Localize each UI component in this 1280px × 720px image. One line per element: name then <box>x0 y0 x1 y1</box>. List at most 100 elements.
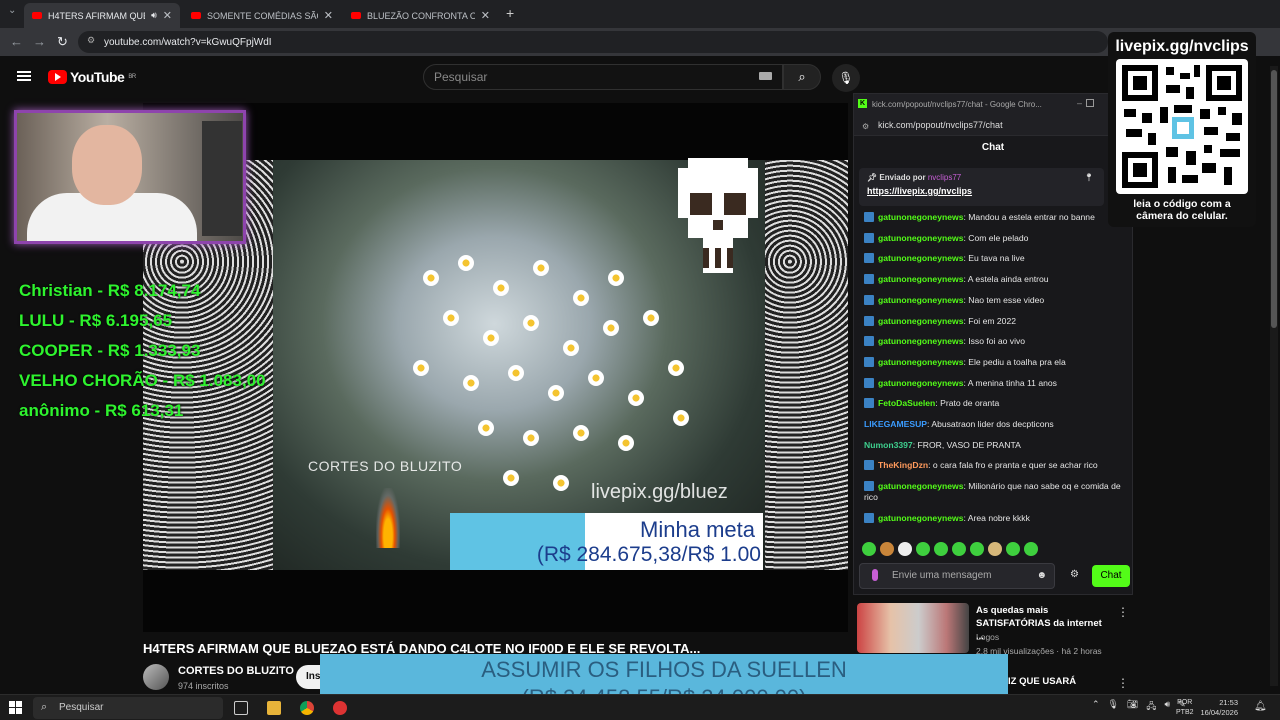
chat-username[interactable]: gatunonegoneynews <box>878 336 963 346</box>
chrome-icon[interactable] <box>300 701 314 715</box>
network-icon[interactable]: 🖧 <box>1146 699 1156 715</box>
audio-icon[interactable]: 🔊︎ <box>151 10 157 21</box>
subscriber-badge-icon <box>864 377 874 388</box>
clock-time: 21:53 <box>1219 698 1238 707</box>
emote-icon[interactable] <box>880 542 894 556</box>
chat-username[interactable]: TheKingDzn <box>878 460 928 470</box>
maximize-icon[interactable] <box>1086 99 1094 107</box>
kick-window-title: kick.com/popout/nvclips77/chat - Google … <box>872 99 1042 109</box>
recommended-video[interactable]: As quedas mais SATISFATÓRIAS da internet… <box>857 603 1137 659</box>
pin-icon[interactable]: 📍︎ <box>1084 173 1094 182</box>
chat-username[interactable]: gatunonegoneynews <box>878 513 963 523</box>
kick-url-bar[interactable]: ⚙ kick.com/popout/nvclips77/chat <box>854 114 1132 136</box>
mic-icon[interactable] <box>872 569 878 581</box>
file-explorer-icon[interactable] <box>267 701 281 715</box>
chat-text: Abusatraon lider dos decpticons <box>931 419 1054 430</box>
windows-start-icon[interactable] <box>9 701 22 714</box>
region-code: BR <box>128 74 136 80</box>
channel-name[interactable]: CORTES DO BLUZITO <box>178 665 294 677</box>
chat-message: Numon3397: FROR, VASO DE PRANTA <box>864 439 1021 450</box>
search-input[interactable]: Pesquisar <box>423 64 783 90</box>
youtube-favicon-icon <box>351 12 361 19</box>
chat-username[interactable]: gatunonegoneynews <box>878 378 963 388</box>
taskbar-clock[interactable]: 21:53 16/04/2026 <box>1198 698 1238 718</box>
emote-bar <box>862 542 1038 556</box>
donor-item: anônimo - R$ 613,31 <box>19 401 184 420</box>
emote-icon[interactable] <box>952 542 966 556</box>
voice-search-button[interactable]: 🎙︎ <box>832 64 860 92</box>
new-tab-plus-icon[interactable]: + <box>506 5 514 21</box>
chat-settings-gear-icon[interactable]: ⚙ <box>1070 569 1079 580</box>
notification-bell-icon[interactable]: 🔔︎ <box>1254 701 1267 712</box>
search-button[interactable]: ⌕ <box>783 64 821 90</box>
site-info-icon[interactable]: ⚙ <box>87 35 95 46</box>
recommended-channel[interactable]: Logos <box>976 632 999 642</box>
recommended-thumbnail[interactable] <box>857 603 969 653</box>
chat-username[interactable]: gatunonegoneynews <box>878 274 963 284</box>
emote-icon[interactable] <box>898 542 912 556</box>
taskbar-search-label: Pesquisar <box>59 702 104 713</box>
tab-list-chevron-icon[interactable]: ⌄ <box>8 5 16 16</box>
youtube-logo[interactable]: YouTube BR <box>48 69 136 85</box>
emote-icon[interactable] <box>1006 542 1020 556</box>
subscriber-badge-icon <box>864 315 874 326</box>
skull-icon <box>678 158 758 273</box>
emote-icon[interactable] <box>862 542 876 556</box>
chat-username[interactable]: FetoDaSuelen <box>878 398 935 408</box>
scrollbar-thumb[interactable] <box>1271 70 1277 328</box>
emote-icon[interactable] <box>916 542 930 556</box>
chat-message: gatunonegoneynews: Com ele pelado <box>864 232 1130 244</box>
task-view-icon[interactable] <box>234 701 248 715</box>
back-arrow-icon[interactable]: ← <box>10 34 23 49</box>
input-language[interactable]: POR PTB2 <box>1176 698 1194 718</box>
tab-2[interactable]: SOMENTE COMÉDIAS SÃO HAR ✕ <box>183 3 341 28</box>
app-icon[interactable] <box>333 701 347 715</box>
chat-username[interactable]: LIKEGAMESUP <box>864 419 927 429</box>
site-info-icon[interactable]: ⚙ <box>862 122 869 131</box>
minimize-icon[interactable]: – <box>1077 98 1082 108</box>
chat-username[interactable]: gatunonegoneynews <box>878 233 963 243</box>
forward-arrow-icon[interactable]: → <box>33 34 46 49</box>
chat-username[interactable]: gatunonegoneynews <box>878 295 963 305</box>
channel-avatar[interactable] <box>143 664 169 690</box>
chat-username[interactable]: gatunonegoneynews <box>878 316 963 326</box>
close-tab-icon[interactable]: ✕ <box>324 9 333 22</box>
chat-username[interactable]: gatunonegoneynews <box>878 357 963 367</box>
emote-icon[interactable] <box>988 542 1002 556</box>
chat-text: A menina tinha 11 anos <box>967 377 1057 388</box>
emoji-icon[interactable]: ☻ <box>1036 570 1047 581</box>
chat-text: Mandou a estela entrar no banne <box>968 212 1095 222</box>
emote-icon[interactable] <box>934 542 948 556</box>
camera-icon[interactable]: 📷︎ <box>1127 699 1138 715</box>
taskbar-search[interactable]: ⌕ Pesquisar <box>33 697 223 719</box>
chat-username[interactable]: gatunonegoneynews <box>878 253 963 263</box>
tab-3[interactable]: BLUEZÃO CONFRONTA O AMA ✕ <box>343 3 498 28</box>
hamburger-menu-icon[interactable] <box>17 71 31 81</box>
chat-message-input[interactable]: Envie uma mensagem ☻ <box>859 563 1055 589</box>
page-scrollbar[interactable] <box>1270 66 1278 686</box>
pinned-link[interactable]: https://livepix.gg/nvclips <box>867 186 1096 196</box>
chat-message: LIKEGAMESUP: Abusatraon lider dos decpti… <box>864 419 1054 430</box>
volume-icon[interactable]: 🔊︎ <box>1164 699 1170 715</box>
search-icon: ⌕ <box>798 69 806 84</box>
fire-icon <box>376 488 400 548</box>
reload-icon[interactable]: ↻ <box>57 34 68 50</box>
close-tab-icon[interactable]: ✕ <box>481 9 490 22</box>
chat-username[interactable]: gatunonegoneynews <box>878 212 963 222</box>
chat-username[interactable]: gatunonegoneynews <box>878 481 963 491</box>
lang-line-2: PTB2 <box>1176 709 1194 716</box>
emote-icon[interactable] <box>1024 542 1038 556</box>
close-tab-icon[interactable]: ✕ <box>163 9 172 22</box>
emote-icon[interactable] <box>970 542 984 556</box>
more-options-icon[interactable]: ⋮ <box>1117 605 1129 619</box>
tab-1[interactable]: H4TERS AFIRMAM QUE BLU 🔊︎ ✕ <box>24 3 180 28</box>
more-options-icon[interactable]: ⋮ <box>1117 676 1129 690</box>
address-bar[interactable]: ⚙ youtube.com/watch?v=kGwuQFpjWdI <box>78 31 1108 53</box>
mic-icon[interactable]: 🎙︎ <box>1108 699 1119 715</box>
chat-message: gatunonegoneynews: Eu tava na live <box>864 253 1130 264</box>
keyboard-icon[interactable] <box>759 72 772 80</box>
subscriber-count: 974 inscritos <box>178 681 229 691</box>
chat-send-button[interactable]: Chat <box>1092 565 1130 587</box>
chevron-up-icon[interactable]: ⌃ <box>1092 699 1100 715</box>
chat-username[interactable]: Numon3397 <box>864 440 913 450</box>
